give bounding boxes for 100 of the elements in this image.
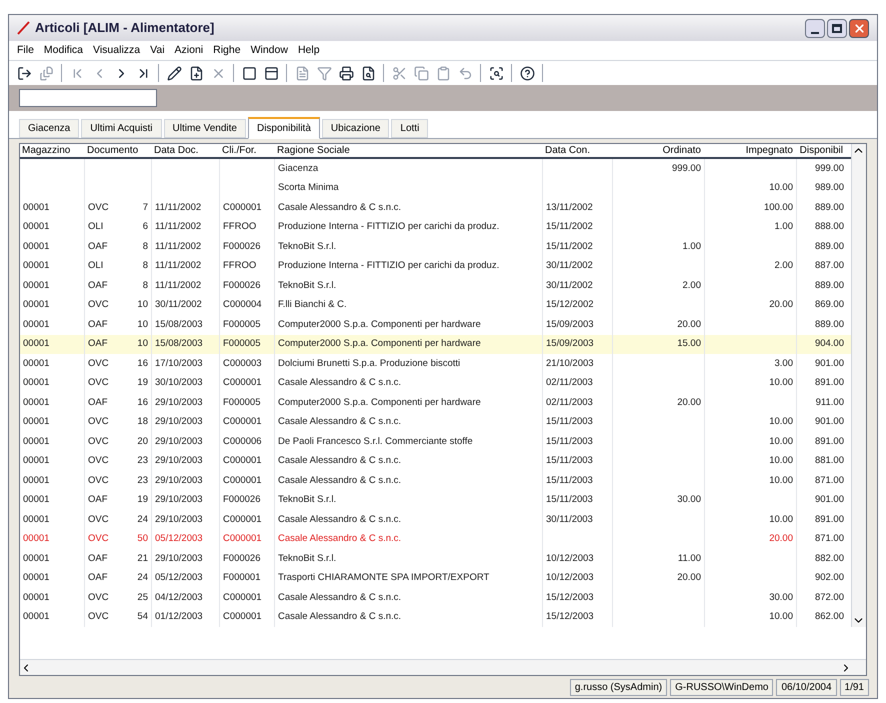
column-header[interactable]: Magazzino [22, 144, 70, 157]
table-cell: OVC [88, 200, 109, 215]
table-cell: OVC [88, 434, 109, 449]
table-row[interactable]: 00001 OAF 21 29/10/2003 F000026 TeknoBit S.r.l. 10/12/2003 11.00 882.00 [20, 549, 851, 568]
column-header[interactable]: Documento [87, 144, 138, 157]
table-cell: Casale Alessandro & C s.n.c. [278, 532, 402, 546]
tab[interactable]: Lotti [391, 119, 428, 138]
menu-item[interactable]: Vai [150, 42, 165, 58]
table-cell: OVC [88, 415, 109, 430]
table-cell: 20.00 [677, 396, 701, 410]
menu-item[interactable]: Visualizza [93, 42, 140, 58]
table-row[interactable]: 00001 OVC 50 05/12/2003 C000001 Casale Alessandro & C s.n.c. 20.00 871.00 [20, 530, 851, 549]
table-cell: 15/12/2003 [546, 590, 594, 605]
table-cell: 29/10/2003 [155, 474, 203, 488]
table-cell: 00001 [23, 200, 50, 215]
table-cell: Casale Alessandro & C s.n.c. [278, 200, 402, 215]
table-cell: OVC [88, 454, 109, 468]
tab[interactable]: Ubicazione [322, 119, 390, 138]
tab[interactable]: Ultime Vendite [164, 119, 246, 138]
column-header[interactable]: Ordinato [662, 144, 701, 157]
table-cell: 911.00 [816, 396, 844, 410]
table-row[interactable]: 00001 OAF 8 11/11/2002 F000026 TeknoBit S.r.l. 30/11/2002 2.00 889.00 [20, 276, 851, 296]
table-row[interactable]: 00001 OVC 19 30/10/2003 C000001 Casale Alessandro & C s.n.c. 02/11/2003 10.00 891.00 [20, 374, 851, 393]
table-cell: 887.00 [814, 259, 844, 274]
table-row[interactable]: 00001 OLI 8 11/11/2002 FFROO Produzione Interna - FITTIZIO per carichi da produz. 30/11/2002 2.00 887.00 [20, 256, 851, 276]
table-cell: 901.00 [814, 493, 844, 508]
table-cell: C000006 [223, 434, 262, 449]
table-cell: Casale Alessandro & C s.n.c. [278, 610, 402, 624]
table-cell: TeknoBit S.r.l. [278, 493, 336, 508]
table-cell: 00001 [23, 415, 50, 430]
table-cell: 891.00 [814, 512, 844, 527]
table-row[interactable]: 00001 OAF 8 11/11/2002 F000026 TeknoBit S.r.l. 15/11/2002 1.00 889.00 [20, 237, 851, 256]
menu-item[interactable]: File [17, 42, 34, 58]
column-header[interactable]: Cli./For. [222, 144, 256, 157]
table-cell: 13/11/2002 [546, 200, 593, 215]
table-cell: 20.00 [769, 532, 793, 546]
tab[interactable]: Giacenza [19, 119, 80, 138]
table-row[interactable]: 00001 OVC 7 11/11/2002 C000001 Casale Alessandro & C s.n.c. 13/11/2002 100.00 889.00 [20, 198, 851, 218]
table-cell: 16 [137, 396, 148, 410]
table-row[interactable]: Scorta Minima 10.00 989.00 [20, 178, 851, 198]
table-cell: F000005 [223, 318, 261, 332]
table-row[interactable]: 00001 OAF 19 29/10/2003 F000026 TeknoBit S.r.l. 15/11/2003 30.00 901.00 [20, 490, 851, 510]
table-cell: OVC [88, 356, 109, 371]
table-row[interactable]: 00001 OAF 24 05/12/2003 F000001 Trasporti CHIARAMONTE SPA IMPORT/EXPORT 10/12/2003 20.00 902.00 [20, 568, 851, 588]
table-row[interactable]: 00001 OVC 16 17/10/2003 C000003 Dolciumi Brunetti S.p.a. Produzione biscotti 21/10/2003 3.00 901.00 [20, 354, 851, 374]
column-header[interactable]: Disponibil [800, 144, 843, 157]
table-row[interactable]: 00001 OVC 23 29/10/2003 C000001 Casale Alessandro & C s.n.c. 15/11/2003 10.00 871.00 [20, 471, 851, 490]
table-cell: 2.00 [774, 259, 793, 274]
table-cell: C000004 [223, 298, 262, 312]
table-cell: Casale Alessandro & C s.n.c. [278, 454, 402, 468]
menu-item[interactable]: Window [250, 42, 288, 58]
table-cell: C000001 [223, 415, 262, 430]
table-row[interactable]: 00001 OVC 23 29/10/2003 C000001 Casale Alessandro & C s.n.c. 15/11/2003 10.00 881.00 [20, 452, 851, 471]
table-cell: 24 [137, 571, 148, 586]
column-header[interactable]: Data Doc. [154, 144, 198, 157]
table-cell: Dolciumi Brunetti S.p.a. Produzione biscotti [278, 356, 460, 371]
table-row[interactable]: 00001 OAF 16 29/10/2003 F000005 Computer2000 S.p.a. Componenti per hardware 02/11/2003 20.00 911.00 [20, 393, 851, 412]
column-header[interactable]: Impegnato [746, 144, 793, 157]
table-cell: 02/11/2003 [546, 376, 593, 390]
menu-item[interactable]: Help [298, 42, 320, 58]
status-field: g.russo (SysAdmin) [570, 678, 668, 696]
table-cell: 11/11/2002 [155, 259, 202, 274]
table-cell: Casale Alessandro & C s.n.c. [278, 512, 402, 527]
table-row[interactable]: 00001 OVC 25 04/12/2003 C000001 Casale Alessandro & C s.n.c. 15/12/2003 30.00 872.00 [20, 588, 851, 608]
table-cell: 901.00 [814, 415, 844, 430]
table-cell: 1.00 [682, 240, 701, 254]
table-cell: 54 [137, 610, 148, 624]
table-cell: 15/12/2002 [546, 298, 594, 312]
table-cell: 00001 [23, 337, 50, 352]
tab[interactable]: Disponibilità [248, 117, 320, 139]
table-cell: 15/12/2003 [546, 610, 594, 624]
table-cell: 25 [137, 590, 148, 605]
table-cell: F000005 [223, 337, 261, 352]
table-cell: 15/09/2003 [546, 318, 594, 332]
table-row[interactable]: Giacenza 999.00 999.00 [20, 159, 851, 178]
table-row[interactable]: 00001 OLI 6 11/11/2002 FFROO Produzione Interna - FITTIZIO per carichi da produz. 15/11/2002 1.00 888.00 [20, 218, 851, 237]
menu-item[interactable]: Azioni [174, 42, 204, 58]
table-cell: F000026 [223, 278, 261, 293]
table-cell: 11/11/2002 [155, 200, 202, 215]
column-header[interactable]: Ragione Sociale [277, 144, 350, 157]
menu-item[interactable]: Righe [213, 42, 241, 58]
menu-item[interactable]: Modifica [44, 42, 84, 58]
table-row[interactable]: 00001 OVC 10 30/11/2002 C000004 F.lli Bianchi & C. 15/12/2002 20.00 869.00 [20, 296, 851, 315]
table-cell: OAF [88, 318, 108, 332]
table-cell: 882.00 [814, 552, 844, 566]
table-row[interactable]: 00001 OVC 20 29/10/2003 C000006 De Paoli Francesco S.r.l. Commerciante stoffe 15/11/2003 10.00 891.00 [20, 432, 851, 452]
table-row[interactable]: 00001 OVC 18 29/10/2003 C000001 Casale Alessandro & C s.n.c. 15/11/2003 10.00 901.00 [20, 412, 851, 432]
column-header[interactable]: Data Con. [545, 144, 590, 157]
tab[interactable]: Ultimi Acquisti [81, 119, 162, 138]
table-cell: Casale Alessandro & C s.n.c. [278, 590, 402, 605]
table-cell: 8 [142, 259, 148, 274]
table-row[interactable]: 00001 OVC 54 01/12/2003 C000001 Casale Alessandro & C s.n.c. 15/12/2003 10.00 862.00 [20, 608, 851, 627]
table-cell: 869.00 [814, 298, 844, 312]
table-cell: Casale Alessandro & C s.n.c. [278, 376, 402, 390]
table-cell: TeknoBit S.r.l. [278, 278, 336, 293]
table-cell: Computer2000 S.p.a. Componenti per hardware [278, 318, 481, 332]
table-cell: OVC [88, 474, 109, 488]
table-row[interactable]: 00001 OAF 10 15/08/2003 F000005 Computer2000 S.p.a. Componenti per hardware 15/09/2003 15.00 904.00 [20, 334, 851, 354]
table-row[interactable]: 00001 OVC 24 29/10/2003 C000001 Casale Alessandro & C s.n.c. 30/11/2003 10.00 891.00 [20, 510, 851, 530]
table-cell: 02/11/2003 [546, 396, 593, 410]
